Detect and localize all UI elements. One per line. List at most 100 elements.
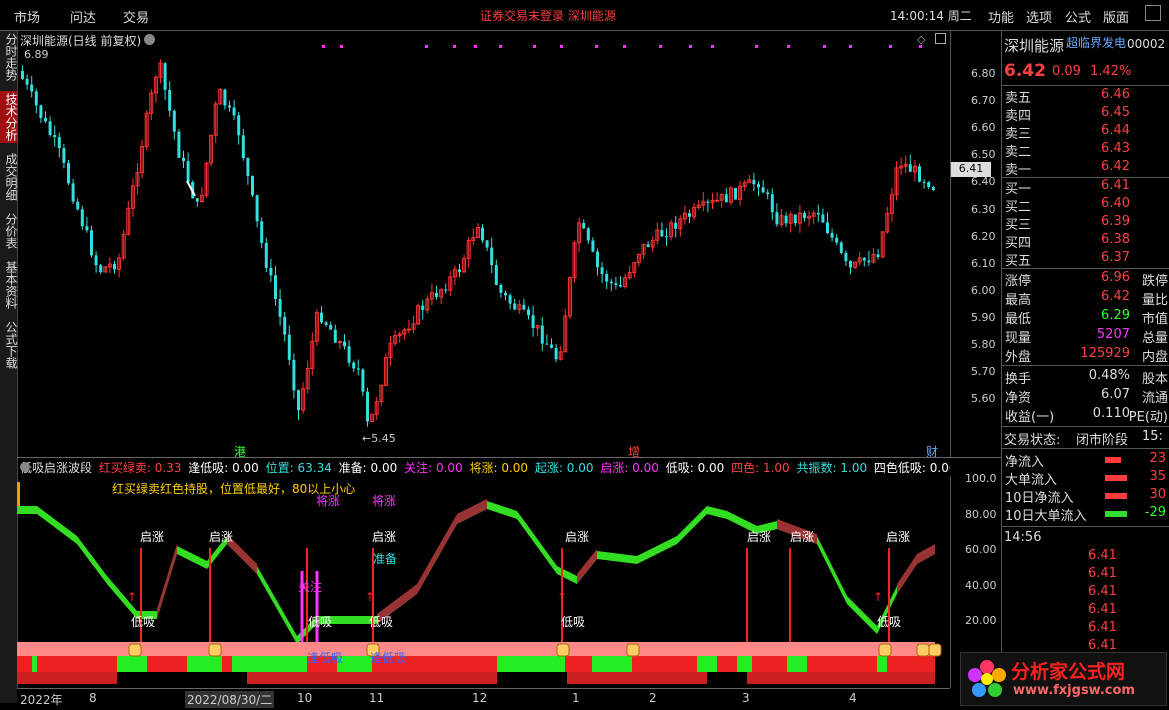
indicator-field: 起涨: 0.00 xyxy=(531,461,594,475)
y-tick: 5.70 xyxy=(971,365,996,379)
dixi-label: 低吸 xyxy=(308,615,333,629)
indicator-field: 启涨: 0.00 xyxy=(596,461,659,475)
candle xyxy=(766,192,770,195)
candle xyxy=(320,312,323,323)
flow-label: 10日大单流入 xyxy=(1005,509,1087,524)
candle xyxy=(582,222,586,229)
qizhang-label: 启涨 xyxy=(886,530,911,544)
x-tick: 2 xyxy=(649,691,657,705)
candle xyxy=(867,260,871,263)
row-label-right: 跌停 xyxy=(1141,274,1168,289)
x-tick: 11 xyxy=(369,691,385,705)
menu-formula[interactable]: 公式 xyxy=(1065,7,1091,26)
row-label: 最高 xyxy=(1005,293,1032,308)
hand-icon xyxy=(128,643,142,657)
bar-gap xyxy=(117,672,247,684)
indicator-pane[interactable]: ↑ ↑ ↑ ↑ xyxy=(17,476,950,688)
tick-price: 6.41 xyxy=(1088,584,1117,599)
expand-icon[interactable] xyxy=(935,33,946,44)
candle xyxy=(71,183,75,202)
indicator-field: 四色: 1.00 xyxy=(727,461,790,475)
flower-logo-icon xyxy=(968,660,1006,697)
flow-value: 35 xyxy=(1149,469,1166,484)
candle xyxy=(927,182,931,188)
indicator-menu-icon[interactable] xyxy=(20,462,30,472)
row-value: 6.39 xyxy=(1101,214,1130,229)
bar-seg xyxy=(222,656,232,672)
tab-chengjiao[interactable]: 成交明细 xyxy=(0,151,18,203)
dixi-label: 低吸 xyxy=(877,615,902,629)
row-value: 6.96 xyxy=(1101,270,1130,285)
candle xyxy=(30,84,34,92)
menu-func[interactable]: 功能 xyxy=(988,7,1014,26)
price-change-pct: 1.42% xyxy=(1090,64,1132,79)
ask-row: 卖四 6.45 xyxy=(1005,105,1168,124)
row-value: 6.44 xyxy=(1101,123,1130,138)
stat-row: 净资 6.07 流通 xyxy=(1005,387,1168,406)
tab-jiben[interactable]: 基本资料 xyxy=(0,259,18,311)
indicator-chart[interactable]: ↑ ↑ ↑ ↑ xyxy=(17,476,950,688)
top-menu-bar: 市场 问达 交易 证券交易未登录 深圳能源 14:00:14 周二 功能 选项 … xyxy=(0,0,1169,31)
signal-dot xyxy=(474,45,477,48)
signal-dot xyxy=(823,45,826,48)
candle xyxy=(94,255,98,266)
chevron-down-icon[interactable] xyxy=(144,34,155,45)
fengdixi-label: 逢低吸 xyxy=(307,651,344,665)
candle xyxy=(99,265,103,273)
kline-chart[interactable] xyxy=(17,31,950,457)
candle xyxy=(260,221,264,243)
y-tick: 5.60 xyxy=(971,392,996,406)
candle xyxy=(352,362,356,369)
candle xyxy=(255,195,259,222)
concept-badge[interactable]: 超临界发电 xyxy=(1066,34,1126,51)
row-label: 净资 xyxy=(1005,391,1032,406)
menu-options[interactable]: 选项 xyxy=(1026,7,1052,26)
status-label: 交易状态: xyxy=(1004,433,1061,448)
price-change: 0.09 xyxy=(1052,64,1081,79)
menu-market[interactable]: 市场 xyxy=(14,7,40,26)
candle xyxy=(775,212,779,225)
dixi-label: 低吸 xyxy=(369,615,394,629)
row-value: 6.38 xyxy=(1101,232,1130,247)
tab-gongshi[interactable]: 公式下载 xyxy=(0,319,18,371)
candle xyxy=(44,118,47,122)
candle xyxy=(347,346,351,363)
flow-row: 10日净流入 30 xyxy=(1005,487,1168,506)
candle xyxy=(494,265,498,285)
candle xyxy=(499,284,503,293)
candle xyxy=(522,304,526,310)
stock-name: 深圳能源 xyxy=(1004,37,1065,55)
candle xyxy=(361,369,365,392)
menu-layout[interactable]: 版面 xyxy=(1103,7,1129,26)
indicator-name[interactable]: 低吸启涨波段 xyxy=(20,461,92,475)
menu-trade[interactable]: 交易 xyxy=(123,7,149,26)
flow-bar xyxy=(1105,493,1127,499)
candle xyxy=(596,251,599,268)
tick-time: 14:56 xyxy=(1004,530,1042,545)
candle xyxy=(269,267,273,276)
signal-dot xyxy=(711,45,714,48)
close-icon[interactable] xyxy=(1145,5,1161,21)
signal-dot xyxy=(340,45,343,48)
logo-title: 分析家公式网 xyxy=(1011,661,1126,683)
candle xyxy=(876,254,880,258)
signal-dot xyxy=(623,45,626,48)
hold-band xyxy=(577,549,597,584)
tab-fenjia[interactable]: 分价表 xyxy=(0,211,18,251)
row-value: 0.48% xyxy=(1088,368,1130,383)
candle xyxy=(172,110,176,132)
diamond-icon[interactable]: ◇ xyxy=(917,33,925,46)
row-value: 6.45 xyxy=(1101,105,1130,120)
chart-title: 深圳能源(日线 前复权) xyxy=(20,34,142,48)
candle xyxy=(278,298,282,317)
menu-wenda[interactable]: 问达 xyxy=(70,7,96,26)
row-label-right: PE(动) xyxy=(1128,410,1168,425)
flow-bar xyxy=(1105,475,1127,481)
kline-pane[interactable] xyxy=(17,31,950,457)
tab-jishu[interactable]: 技术分析 xyxy=(0,91,18,143)
stock-code: 00002 xyxy=(1127,37,1166,51)
row-value: 125929 xyxy=(1080,346,1130,361)
bid-row: 买一 6.41 xyxy=(1005,178,1168,197)
y-tick: 6.00 xyxy=(971,283,996,297)
tab-fenshi[interactable]: 分时走势 xyxy=(0,31,18,83)
